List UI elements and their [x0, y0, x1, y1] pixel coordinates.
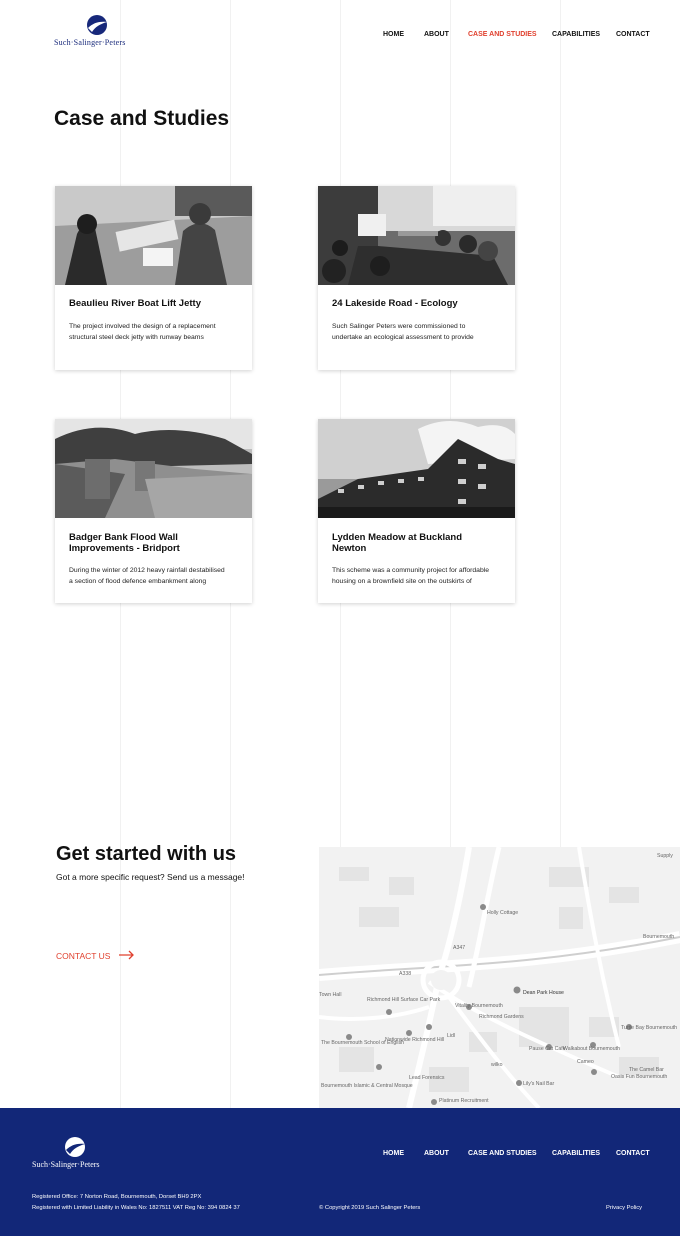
- logo-mark-icon: [87, 15, 107, 35]
- footer-nav-about[interactable]: ABOUT: [424, 1150, 449, 1157]
- card-description-line: The project involved the design of a rep…: [69, 323, 216, 330]
- case-card-beaulieu[interactable]: Beaulieu River Boat Lift Jetty The proje…: [55, 186, 252, 370]
- map-label: A347: [453, 945, 466, 951]
- card-description-line: a section of flood defence embankment al…: [69, 578, 207, 585]
- card-image: [318, 186, 515, 285]
- location-map[interactable]: Holly Cottage Dean Park House Vitality B…: [319, 847, 680, 1108]
- nav-case-and-studies[interactable]: CASE AND STUDIES: [468, 31, 537, 38]
- case-card-badger-bank[interactable]: Badger Bank Flood Wall Improvements - Br…: [55, 419, 252, 603]
- footer-nav-case-and-studies[interactable]: CASE AND STUDIES: [468, 1150, 537, 1157]
- map-label: The Bournemouth School of English: [321, 1040, 405, 1046]
- map-label: Richmond Hill Surface Car Park: [367, 997, 441, 1003]
- arrow-right-icon[interactable]: [119, 950, 135, 960]
- map-label: Lead Forensics: [409, 1075, 445, 1081]
- card-title: Badger Bank Flood Wall Improvements - Br…: [69, 532, 239, 554]
- card-image: [318, 419, 515, 518]
- card-description: This scheme was a community project for …: [332, 565, 504, 587]
- map-label: Vitality Bournemouth: [455, 1003, 503, 1009]
- card-description-line: Such Salinger Peters were commissioned t…: [332, 323, 466, 330]
- contact-us-link[interactable]: CONTACT US: [56, 951, 110, 961]
- map-label: Cameo: [577, 1059, 594, 1065]
- nav-capabilities[interactable]: CAPABILITIES: [552, 31, 600, 38]
- registered-office: Registered Office: 7 Norton Road, Bourne…: [32, 1194, 202, 1200]
- map-label: Bournemouth Islamic & Central Mosque: [321, 1083, 413, 1089]
- card-image: [55, 186, 252, 285]
- map-label: Bournemouth: [643, 934, 675, 940]
- registered-company: Registered with Limited Liability in Wal…: [32, 1205, 240, 1211]
- footer-logo[interactable]: Such·Salinger·Peters: [32, 1136, 122, 1172]
- map-label: Pause Cat Cafe: [529, 1046, 566, 1052]
- map-label: The Camel Bar: [629, 1067, 664, 1073]
- logo-mark-icon: [65, 1137, 85, 1157]
- footer-nav-contact[interactable]: CONTACT: [616, 1150, 650, 1157]
- card-description: During the winter of 2012 heavy rainfall…: [69, 565, 241, 587]
- card-description-line: This scheme was a community project for …: [332, 567, 490, 574]
- case-card-lakeside[interactable]: 24 Lakeside Road - Ecology Such Salinger…: [318, 186, 515, 370]
- map-label: Lidl: [447, 1033, 456, 1039]
- nav-contact[interactable]: CONTACT: [616, 31, 650, 38]
- card-description: Such Salinger Peters were commissioned t…: [332, 321, 504, 343]
- card-image: [55, 419, 252, 518]
- map-label: Supply: [657, 853, 673, 859]
- card-description: The project involved the design of a rep…: [69, 321, 241, 343]
- nav-home[interactable]: HOME: [383, 31, 404, 38]
- cta-title: Get started with us: [56, 843, 237, 865]
- map-label: A338: [399, 971, 412, 977]
- map-label: Oasis Fun Bournemouth: [611, 1074, 668, 1080]
- card-title-line: Newton: [332, 543, 367, 554]
- page-title: Case and Studies: [54, 107, 230, 130]
- nav-about[interactable]: ABOUT: [424, 31, 449, 38]
- site-footer: Such·Salinger·Peters HOME ABOUT CASE AND…: [0, 1108, 680, 1236]
- card-title: 24 Lakeside Road - Ecology: [332, 298, 458, 309]
- card-title-line: Badger Bank Flood Wall: [69, 532, 178, 543]
- card-title-line: Improvements - Bridport: [69, 543, 180, 554]
- footer-nav-capabilities[interactable]: CAPABILITIES: [552, 1150, 600, 1157]
- card-description-line: structural steel deck jetty with runway …: [69, 334, 204, 341]
- privacy-policy-link[interactable]: Privacy Policy: [606, 1205, 642, 1211]
- card-title: Beaulieu River Boat Lift Jetty: [69, 298, 201, 309]
- card-description-line: undertake an ecological assessment to pr…: [332, 334, 474, 341]
- logo-text: Such·Salinger·Peters: [54, 38, 126, 47]
- map-roads: [319, 847, 680, 1108]
- footer-nav-home[interactable]: HOME: [383, 1150, 404, 1157]
- card-description-line: During the winter of 2012 heavy rainfall…: [69, 567, 225, 574]
- map-label: Walkabout Bournemouth: [563, 1046, 620, 1052]
- map-label: Lily's Nail Bar: [523, 1081, 555, 1087]
- cta-subtitle: Got a more specific request? Send us a m…: [56, 872, 245, 882]
- copyright: © Copyright 2019 Such Salinger Peters: [319, 1205, 421, 1211]
- map-label: wilko: [491, 1062, 503, 1068]
- card-description-line: housing on a brownfield site on the outs…: [332, 578, 472, 585]
- site-logo[interactable]: Such·Salinger·Peters: [54, 14, 144, 50]
- card-title: Lydden Meadow at Buckland Newton: [332, 532, 502, 554]
- map-label: Holly Cottage: [487, 910, 519, 916]
- footer-logo-text: Such·Salinger·Peters: [32, 1160, 100, 1169]
- map-label: Turtle Bay Bournemouth: [621, 1025, 678, 1031]
- map-label: Town Hall: [319, 992, 342, 998]
- case-card-lydden-meadow[interactable]: Lydden Meadow at Buckland Newton This sc…: [318, 419, 515, 603]
- map-label: Dean Park House: [523, 990, 564, 996]
- map-label: Platinum Recruitment: [439, 1098, 489, 1104]
- card-title-line: Lydden Meadow at Buckland: [332, 532, 463, 543]
- map-label: Richmond Gardens: [479, 1014, 524, 1020]
